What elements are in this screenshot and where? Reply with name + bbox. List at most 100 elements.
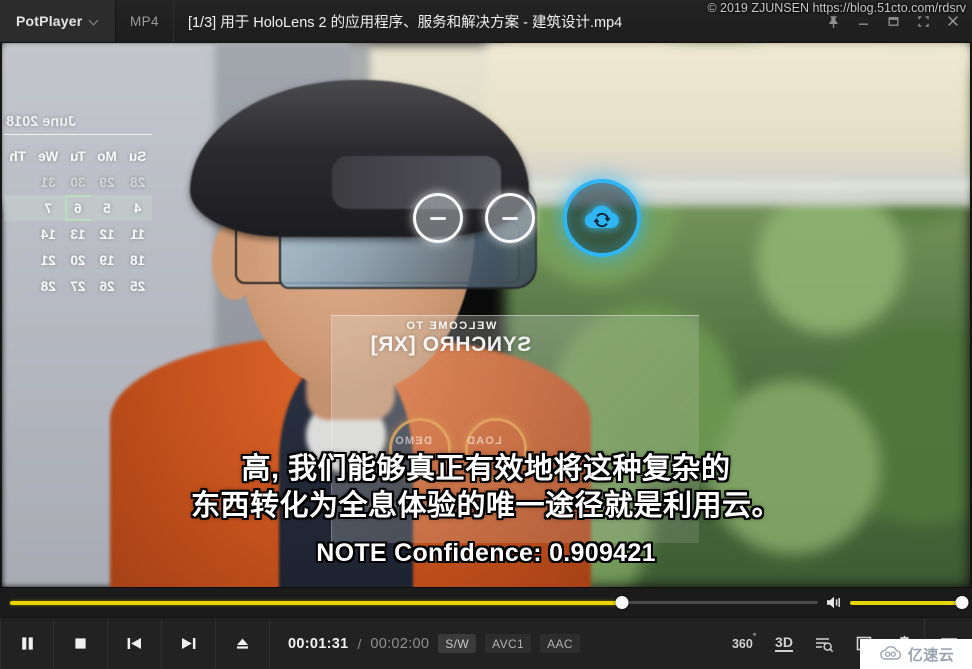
calendar-day: 14 bbox=[40, 226, 56, 242]
volume-slider[interactable] bbox=[850, 588, 969, 617]
pause-icon bbox=[21, 637, 33, 650]
app-menu-button[interactable]: PotPlayer bbox=[0, 0, 116, 42]
audio-codec-badge[interactable]: AAC bbox=[540, 634, 580, 653]
current-time-label: 00:01:31 bbox=[288, 635, 349, 652]
site-watermark-label: 亿速云 bbox=[907, 646, 955, 664]
hologram-demo-labels: LOAD DEMO bbox=[394, 435, 502, 447]
speaker-icon[interactable] bbox=[826, 595, 843, 610]
chevron-down-icon[interactable] bbox=[90, 17, 99, 26]
pause-button[interactable] bbox=[0, 618, 54, 669]
calendar-day: 31 bbox=[40, 174, 56, 190]
3d-button[interactable]: 3D bbox=[764, 618, 804, 669]
calendar-day: 5 bbox=[90, 195, 124, 222]
calendar-day: 11 bbox=[130, 226, 145, 242]
cloud-sync-icon bbox=[585, 205, 620, 229]
next-track-icon bbox=[182, 638, 196, 649]
calendar-day: 28 bbox=[130, 174, 146, 190]
next-button[interactable] bbox=[162, 618, 216, 669]
hologram-fine-print: [Demo Information Downloaded] bbox=[360, 499, 480, 509]
calendar-day: 4 bbox=[123, 195, 152, 222]
page-title: [1/3] 用于 HoloLens 2 的应用程序、服务和解决方案 - 建筑设计… bbox=[174, 0, 818, 42]
calendar-week-row: 25 26 27 28 bbox=[4, 273, 152, 299]
potplayer-window: PotPlayer MP4 [1/3] 用于 HoloLens 2 的应用程序、… bbox=[0, 0, 972, 669]
weekday-we: We bbox=[38, 148, 59, 164]
demo-label-load: LOAD bbox=[465, 434, 502, 447]
volume-control[interactable] bbox=[826, 588, 969, 617]
calendar-week-row-selected: 4 5 6 7 bbox=[4, 195, 152, 222]
demo-label-demo: DEMO bbox=[394, 434, 432, 447]
fullscreen-button[interactable] bbox=[908, 0, 938, 43]
dash-icon bbox=[430, 216, 447, 220]
weekday-su: Su bbox=[128, 148, 147, 164]
list-search-icon bbox=[816, 637, 834, 652]
calendar-day: 7 bbox=[31, 195, 65, 222]
video-area[interactable]: June 2018 Su Mo Tu We Th 28 29 30 31 4 5… bbox=[0, 43, 972, 587]
decoder-badge[interactable]: S/W bbox=[438, 634, 477, 653]
eject-button[interactable] bbox=[216, 618, 270, 669]
calendar-day bbox=[4, 247, 32, 273]
calendar-day: 20 bbox=[70, 252, 86, 268]
seek-bar[interactable] bbox=[10, 588, 818, 617]
calendar-table: Su Mo Tu We Th 28 29 30 31 4 5 6 7 11 12… bbox=[4, 143, 152, 299]
volume-handle[interactable] bbox=[955, 596, 969, 609]
previous-track-icon bbox=[127, 638, 141, 649]
title-bar: PotPlayer MP4 [1/3] 用于 HoloLens 2 的应用程序、… bbox=[0, 0, 972, 43]
hologram-cloud-sync-button bbox=[563, 179, 642, 257]
app-name-label: PotPlayer bbox=[16, 13, 83, 29]
3d-label: 3D bbox=[775, 634, 793, 652]
calendar-day bbox=[4, 195, 32, 222]
calendar-day: 30 bbox=[70, 174, 86, 190]
calendar-day bbox=[4, 221, 32, 247]
control-bar: 00:01:31 / 00:02:00 S/W AVC1 AAC 360° 3D bbox=[0, 617, 972, 669]
vr360-label: 360° bbox=[731, 631, 757, 651]
format-tab-label: MP4 bbox=[130, 13, 159, 29]
hologram-rings bbox=[389, 418, 528, 481]
window-controls bbox=[818, 0, 972, 42]
cloud-logo-icon bbox=[879, 646, 901, 660]
weekday-tu: Tu bbox=[70, 148, 86, 164]
video-codec-badge[interactable]: AVC1 bbox=[485, 634, 532, 653]
pin-button[interactable] bbox=[818, 0, 848, 43]
playlist-search-button[interactable] bbox=[804, 618, 844, 669]
close-button[interactable] bbox=[938, 0, 968, 43]
eject-icon bbox=[237, 638, 248, 649]
calendar-week-row: 28 29 30 31 bbox=[4, 169, 152, 195]
stop-button[interactable] bbox=[54, 618, 108, 669]
calendar-day: 21 bbox=[40, 252, 56, 268]
seek-progress bbox=[10, 600, 623, 605]
calendar-day: 25 bbox=[130, 278, 146, 294]
calendar-day: 27 bbox=[70, 278, 86, 294]
format-tab[interactable]: MP4 bbox=[116, 0, 174, 42]
stop-icon bbox=[75, 638, 86, 649]
calendar-day: 12 bbox=[99, 226, 115, 242]
calendar-day bbox=[4, 169, 32, 195]
weekday-mo: Mo bbox=[97, 148, 117, 164]
hologram-ring bbox=[465, 418, 528, 481]
hologram-buttons bbox=[413, 179, 642, 257]
calendar-day: 26 bbox=[99, 278, 115, 294]
time-separator: / bbox=[357, 635, 362, 652]
welcome-big-label: SYNCHRO [XR] bbox=[369, 332, 532, 356]
seek-handle[interactable] bbox=[615, 596, 629, 609]
maximize-button[interactable] bbox=[878, 0, 908, 43]
volume-level bbox=[850, 600, 962, 605]
hologram-button-2 bbox=[485, 193, 536, 243]
playback-meta: 00:01:31 / 00:02:00 S/W AVC1 AAC bbox=[270, 618, 724, 669]
calendar-week-row: 11 12 13 14 bbox=[4, 221, 152, 247]
calendar-day: 19 bbox=[99, 252, 115, 268]
media-title-label: [1/3] 用于 HoloLens 2 的应用程序、服务和解决方案 - 建筑设计… bbox=[187, 14, 623, 31]
calendar-day: 18 bbox=[130, 252, 146, 268]
seek-row bbox=[0, 587, 972, 617]
calendar-day bbox=[4, 273, 32, 299]
minimize-button[interactable] bbox=[848, 0, 878, 43]
vr360-button[interactable]: 360° bbox=[724, 618, 764, 669]
calendar-day: 28 bbox=[40, 278, 56, 294]
hologram-ring bbox=[389, 418, 452, 481]
weekday-th: Th bbox=[9, 148, 27, 164]
hologram-calendar: June 2018 Su Mo Tu We Th 28 29 30 31 4 5… bbox=[2, 108, 162, 347]
calendar-week-row: 18 19 20 21 bbox=[4, 247, 152, 273]
hologram-welcome-text: WELCOME TO SYNCHRO [XR] bbox=[370, 320, 531, 356]
previous-button[interactable] bbox=[108, 618, 162, 669]
video-frame: June 2018 Su Mo Tu We Th 28 29 30 31 4 5… bbox=[2, 43, 970, 587]
calendar-header-row: Su Mo Tu We Th bbox=[4, 143, 152, 169]
